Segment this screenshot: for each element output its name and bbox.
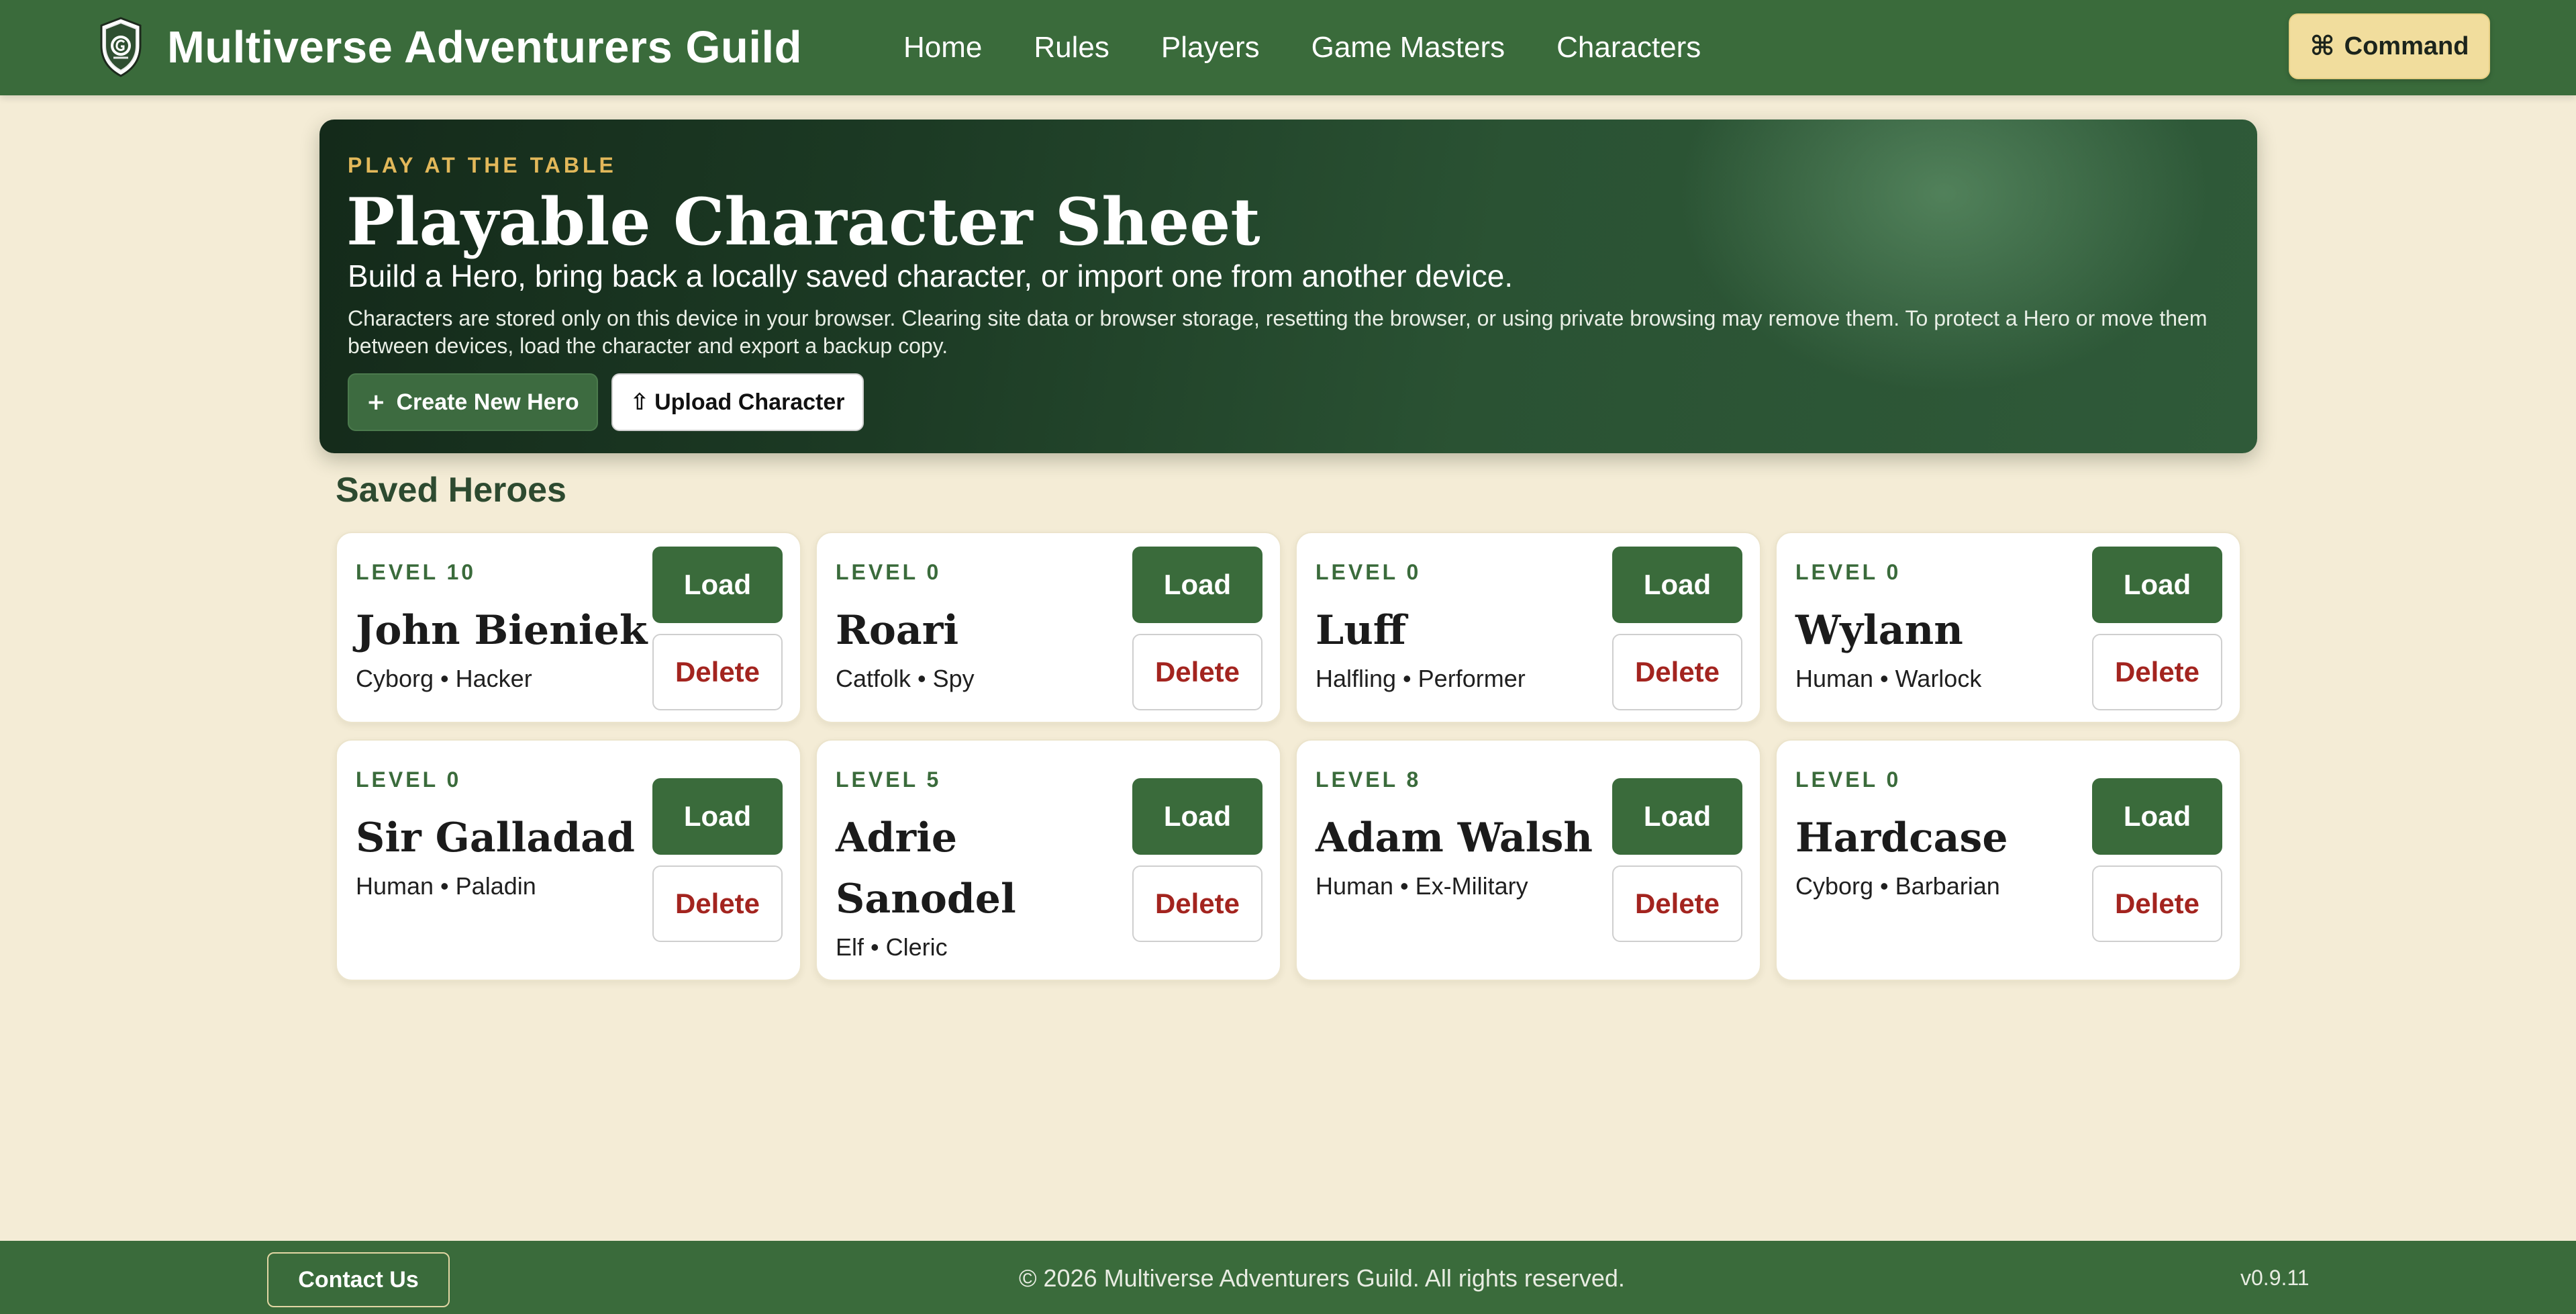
hero-ancestry-class: Human • Paladin <box>356 872 536 900</box>
contact-us-button[interactable]: Contact Us <box>267 1252 450 1307</box>
upload-arrow-icon: ⇧ <box>630 389 650 416</box>
hero-banner: PLAY AT THE TABLE Playable Character She… <box>319 120 2257 453</box>
nav-link-players[interactable]: Players <box>1161 31 1260 64</box>
load-hero-button[interactable]: Load <box>1612 778 1742 855</box>
copyright-text: © 2026 Multiverse Adventurers Guild. All… <box>1019 1264 1625 1292</box>
hero-ancestry-class: Catfolk • Spy <box>836 665 975 692</box>
nav-link-home[interactable]: Home <box>903 31 982 64</box>
load-hero-button[interactable]: Load <box>1132 547 1262 623</box>
hero-card: LEVEL 8 Adam Walsh Human • Ex-Military L… <box>1295 739 1761 981</box>
hero-ancestry-class: Halfling • Performer <box>1316 665 1526 692</box>
hero-level: LEVEL 0 <box>1795 560 1901 584</box>
command-button-label: Command <box>2344 32 2469 60</box>
nav-link-characters[interactable]: Characters <box>1556 31 1701 64</box>
load-hero-button[interactable]: Load <box>2092 547 2222 623</box>
delete-hero-button[interactable]: Delete <box>652 634 783 710</box>
hero-card: LEVEL 0 Sir Galladad Human • Paladin Loa… <box>336 739 801 981</box>
hero-name: John Bieniek <box>356 607 648 654</box>
brand-title: Multiverse Adventurers Guild <box>167 21 803 73</box>
brand[interactable]: Multiverse Adventurers Guild <box>97 15 802 79</box>
hero-name: Roari <box>836 607 959 654</box>
nav-link-game-masters[interactable]: Game Masters <box>1311 31 1505 64</box>
load-hero-button[interactable]: Load <box>1132 778 1262 855</box>
create-new-hero-button[interactable]: + Create New Hero <box>348 373 598 431</box>
load-hero-button[interactable]: Load <box>652 547 783 623</box>
hero-level: LEVEL 5 <box>836 767 942 792</box>
delete-hero-button[interactable]: Delete <box>1612 865 1742 942</box>
create-new-hero-label: Create New Hero <box>396 389 579 415</box>
storage-notice: Characters are stored only on this devic… <box>348 306 2208 358</box>
plus-icon: + <box>366 389 386 416</box>
command-button[interactable]: ⌘ Command <box>2289 13 2490 79</box>
hero-level: LEVEL 0 <box>836 560 942 584</box>
nav-link-rules[interactable]: Rules <box>1034 31 1109 64</box>
hero-card: LEVEL 0 Wylann Human • Warlock Load Dele… <box>1775 532 2241 723</box>
hero-name: Sir Galladad <box>356 814 635 861</box>
upload-character-label: Upload Character <box>654 389 845 415</box>
hero-actions: + Create New Hero ⇧ Upload Character <box>348 373 864 431</box>
top-navbar: Multiverse Adventurers Guild Home Rules … <box>0 0 2576 95</box>
load-hero-button[interactable]: Load <box>1612 547 1742 623</box>
version-label: v0.9.11 <box>2240 1266 2310 1290</box>
hero-level: LEVEL 0 <box>356 767 462 792</box>
hero-card: LEVEL 0 Roari Catfolk • Spy Load Delete <box>815 532 1281 723</box>
command-key-icon: ⌘ <box>2310 31 2335 62</box>
hero-ancestry-class: Human • Ex-Military <box>1316 872 1528 900</box>
saved-heroes-heading: Saved Heroes <box>336 471 566 510</box>
delete-hero-button[interactable]: Delete <box>2092 865 2222 942</box>
hero-card: LEVEL 0 Hardcase Cyborg • Barbarian Load… <box>1775 739 2241 981</box>
hero-level: LEVEL 10 <box>356 560 477 584</box>
hero-ancestry-class: Cyborg • Barbarian <box>1795 872 2000 900</box>
delete-hero-button[interactable]: Delete <box>1132 634 1262 710</box>
hero-name: Luff <box>1316 607 1407 654</box>
hero-level: LEVEL 0 <box>1795 767 1901 792</box>
footer: Contact Us © 2026 Multiverse Adventurers… <box>0 1241 2576 1314</box>
hero-name: Adam Walsh <box>1316 814 1593 861</box>
hero-card: LEVEL 0 Luff Halfling • Performer Load D… <box>1295 532 1761 723</box>
load-hero-button[interactable]: Load <box>652 778 783 855</box>
hero-subtitle: Build a Hero, bring back a locally saved… <box>348 259 1514 293</box>
page-title: Playable Character Sheet <box>346 184 1260 260</box>
hero-eyebrow: PLAY AT THE TABLE <box>348 153 617 177</box>
hero-ancestry-class: Human • Warlock <box>1795 665 1982 692</box>
hero-name: Hardcase <box>1795 814 2008 861</box>
delete-hero-button[interactable]: Delete <box>1612 634 1742 710</box>
delete-hero-button[interactable]: Delete <box>2092 634 2222 710</box>
delete-hero-button[interactable]: Delete <box>652 865 783 942</box>
hero-ancestry-class: Cyborg • Hacker <box>356 665 532 692</box>
hero-card: LEVEL 5 Adrie Sanodel Elf • Cleric Load … <box>815 739 1281 981</box>
hero-ancestry-class: Elf • Cleric <box>836 933 948 961</box>
hero-card: LEVEL 10 John Bieniek Cyborg • Hacker Lo… <box>336 532 801 723</box>
hero-name: Adrie Sanodel <box>836 814 1016 923</box>
hero-level: LEVEL 0 <box>1316 560 1422 584</box>
load-hero-button[interactable]: Load <box>2092 778 2222 855</box>
delete-hero-button[interactable]: Delete <box>1132 865 1262 942</box>
guild-crest-icon <box>100 17 142 77</box>
hero-level: LEVEL 8 <box>1316 767 1422 792</box>
hero-name: Wylann <box>1795 607 1963 654</box>
upload-character-button[interactable]: ⇧ Upload Character <box>611 373 864 431</box>
main-nav: Home Rules Players Game Masters Characte… <box>903 27 1701 68</box>
